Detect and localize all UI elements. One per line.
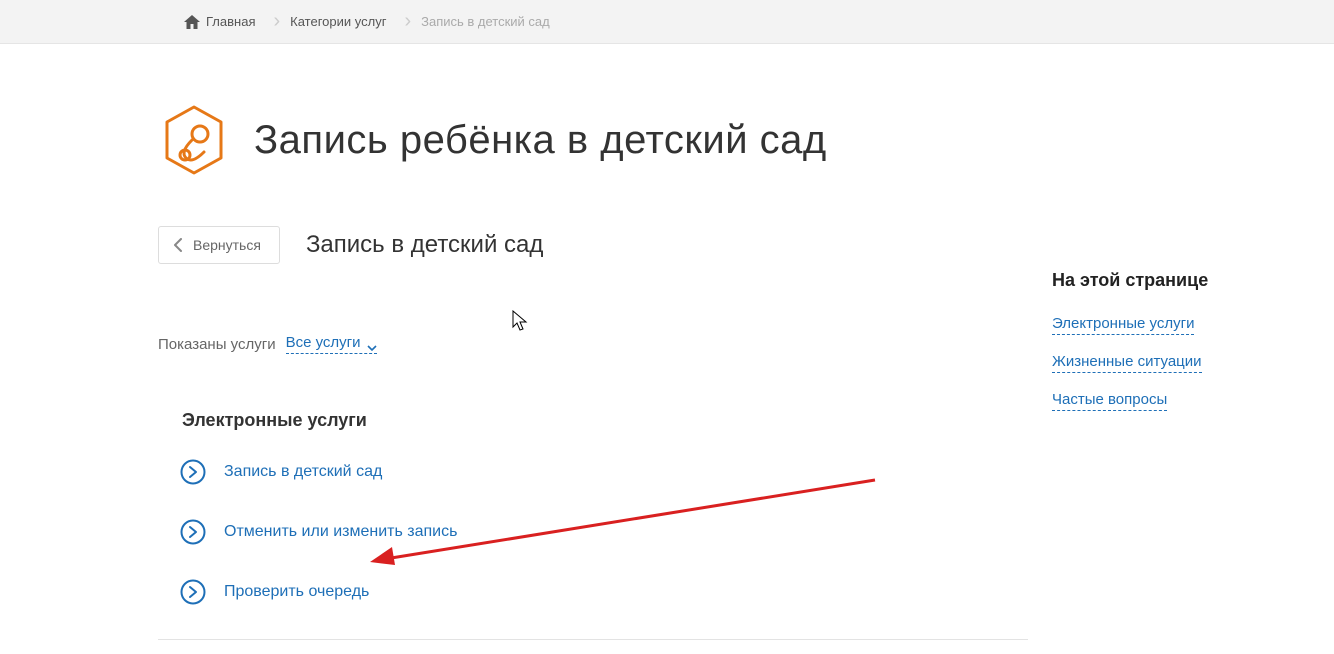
sidebar: На этой странице Электронные услуги Жизн… <box>1052 270 1272 429</box>
breadcrumb-home[interactable]: Главная <box>178 0 273 43</box>
service-item-check-queue[interactable]: Проверить очередь <box>180 579 1334 605</box>
page-subtitle: Запись в детский сад <box>306 231 543 259</box>
service-item-cancel[interactable]: Отменить или изменить запись <box>180 519 1334 545</box>
sidebar-link-faq[interactable]: Частые вопросы <box>1052 391 1167 411</box>
service-list: Запись в детский сад Отменить или измени… <box>180 459 1334 605</box>
chevron-left-icon <box>173 238 183 252</box>
subtitle-row: Вернуться Запись в детский сад <box>158 226 1334 264</box>
service-link[interactable]: Запись в детский сад <box>224 463 382 481</box>
back-button-label: Вернуться <box>193 237 261 253</box>
sidebar-link-eservices[interactable]: Электронные услуги <box>1052 315 1194 335</box>
filter-selected: Все услуги <box>286 334 361 351</box>
page-title: Запись ребёнка в детский сад <box>254 118 827 163</box>
service-item-enroll[interactable]: Запись в детский сад <box>180 459 1334 485</box>
back-button[interactable]: Вернуться <box>158 226 280 264</box>
title-row: Запись ребёнка в детский сад <box>158 104 1334 176</box>
service-link[interactable]: Отменить или изменить запись <box>224 523 457 541</box>
arrow-circle-icon <box>180 459 206 485</box>
sidebar-link-situations[interactable]: Жизненные ситуации <box>1052 353 1202 373</box>
home-icon <box>184 15 200 29</box>
divider <box>158 639 1028 640</box>
breadcrumb-sep-icon: › <box>404 10 411 33</box>
breadcrumb-current: Запись в детский сад <box>415 0 568 43</box>
pacifier-icon <box>158 104 230 176</box>
service-link[interactable]: Проверить очередь <box>224 583 369 601</box>
breadcrumb-categories[interactable]: Категории услуг <box>284 0 404 43</box>
breadcrumb: Главная › Категории услуг › Запись в дет… <box>0 0 1334 44</box>
filter-dropdown[interactable]: Все услуги <box>286 334 377 354</box>
breadcrumb-categories-label: Категории услуг <box>290 14 386 29</box>
breadcrumb-current-label: Запись в детский сад <box>421 14 550 29</box>
breadcrumb-home-label: Главная <box>206 14 255 29</box>
arrow-circle-icon <box>180 579 206 605</box>
arrow-circle-icon <box>180 519 206 545</box>
chevron-down-icon <box>367 339 377 347</box>
breadcrumb-sep-icon: › <box>273 10 280 33</box>
filter-label: Показаны услуги <box>158 336 276 353</box>
sidebar-title: На этой странице <box>1052 270 1272 291</box>
